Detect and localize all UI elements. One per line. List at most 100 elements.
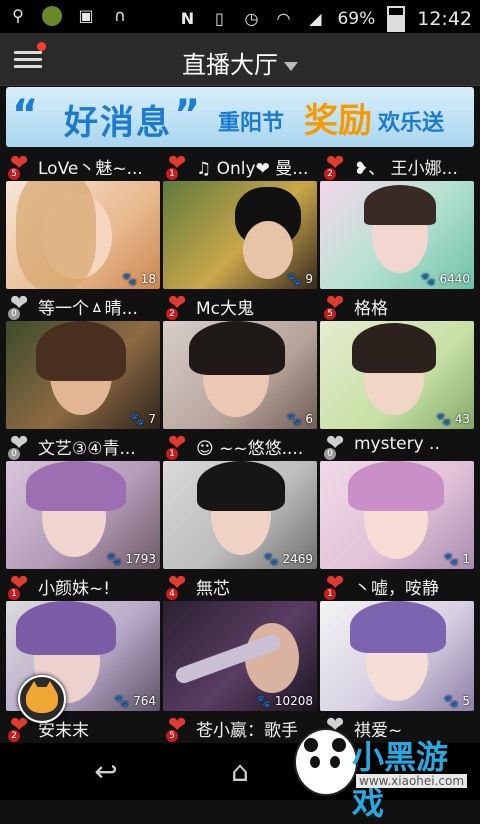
viewer-count: 🐾 9 xyxy=(286,272,313,286)
stream-thumbnail[interactable]: 🐾 6 xyxy=(163,321,317,429)
name-row: ❤ 1 小颜妹~! ❤ 4 無芯 ❤ 1 丶嘘，咹静 xyxy=(4,570,478,600)
heart-icon: ❤ 1 xyxy=(8,571,29,600)
banner-right-quote: ” xyxy=(174,92,201,138)
stream-thumbnail[interactable]: 🐾 2469 xyxy=(163,461,317,569)
chevron-down-icon xyxy=(284,61,298,71)
battery-percent: 69% xyxy=(337,9,376,29)
streamer-name-cell[interactable]: ❤ 1 ☺ ~~悠悠.... xyxy=(162,430,320,460)
paw-icon: 🐾 xyxy=(121,272,137,286)
app-notification-icon xyxy=(42,6,62,26)
streamer-name: 小颜妹~! xyxy=(38,579,111,599)
banner-text-fun: 欢乐送 xyxy=(378,111,445,136)
stream-thumbnail[interactable]: 🐾 6440 xyxy=(320,181,474,289)
floating-cat-button[interactable] xyxy=(18,675,66,723)
heart-icon: ❤ 5 xyxy=(324,291,345,320)
paw-icon: 🐾 xyxy=(286,412,302,426)
back-arrow-icon: ↩ xyxy=(94,755,118,788)
image-icon: ▣ xyxy=(78,6,94,25)
panda-logo-icon xyxy=(294,728,358,796)
viewer-count: 🐾 18 xyxy=(121,272,156,286)
paw-icon: 🐾 xyxy=(435,412,451,426)
watermark-url: www.xiaohei.com xyxy=(356,774,468,788)
viewer-count: 🐾 6 xyxy=(286,412,313,426)
watermark-logo: 小黑游戏 www.xiaohei.com xyxy=(294,728,474,822)
page-title: 直播大厅 xyxy=(182,51,278,79)
name-row: ❤ 0 等一个ㅿ晴... ❤ 2 Mc大鬼 ❤ 5 格格 xyxy=(4,290,478,320)
viewer-count: 🐾 43 xyxy=(435,412,470,426)
heart-icon: ❤ 1 xyxy=(324,571,345,600)
stream-thumbnail[interactable]: 🐾 7 xyxy=(6,321,160,429)
streamer-name: Mc大鬼 xyxy=(196,299,255,319)
heart-icon: ❤0 xyxy=(8,431,29,460)
alarm-icon: ◷ xyxy=(244,9,259,28)
streamer-name: LoVe丶魅~... xyxy=(38,159,143,179)
heart-icon: ❤ 2 xyxy=(324,151,345,180)
stream-thumbnail[interactable]: 🐾 1793 xyxy=(6,461,160,569)
viewer-count: 🐾 2469 xyxy=(263,552,313,566)
name-row: ❤ 5 LoVe丶魅~... ❤ 1 ♫ Only❤ 曼... ❤ 2 ❥、 王小娜.… xyxy=(4,150,478,180)
heart-icon: ❤ 1 xyxy=(166,431,187,460)
clock: 12:42 xyxy=(417,8,472,30)
stream-thumbnail[interactable]: 🐾 10208 xyxy=(163,601,317,711)
paw-icon: 🐾 xyxy=(256,694,271,708)
headphones-icon: ∩ xyxy=(114,6,126,25)
streamer-name: ❥、 王小娜... xyxy=(354,159,458,179)
banner-left-quote: “ xyxy=(12,92,39,138)
heart-icon: ❤ 5 xyxy=(8,151,29,180)
back-button[interactable]: ↩ xyxy=(86,755,126,789)
hall-selector[interactable]: 直播大厅 xyxy=(0,45,480,80)
streamer-name: 丶嘘，咹静 xyxy=(354,579,439,599)
heart-icon: ❤ 5 xyxy=(166,713,187,742)
streamer-name: 等一个ㅿ晴... xyxy=(38,299,138,319)
stream-thumbnail[interactable]: 🐾 18 xyxy=(6,181,160,289)
banner-text-reward: 奖励 xyxy=(304,101,372,141)
streamer-name: ☺ ~~悠悠.... xyxy=(196,439,304,459)
heart-icon: ❤ 4 xyxy=(166,571,187,600)
streamer-name-cell[interactable]: ❤ 0 mystery .. xyxy=(320,430,478,460)
streamer-name: 安末末 xyxy=(38,721,89,741)
viewer-count: 🐾 6440 xyxy=(420,272,470,286)
heart-icon: ❤ 2 xyxy=(166,291,187,320)
paw-icon: 🐾 xyxy=(106,552,122,566)
streamer-name-cell[interactable]: ❤ 1 ♫ Only❤ 曼... xyxy=(162,150,320,180)
streamer-name-cell[interactable]: ❤ 4 無芯 xyxy=(162,570,320,600)
signal-icon: ◢ xyxy=(309,9,322,28)
vibrate-icon: ▯ xyxy=(215,9,224,28)
streamer-name-cell[interactable]: ❤ 0 文艺③④青... xyxy=(4,430,162,460)
usb-icon: ⚲ xyxy=(12,6,24,25)
streamer-name: 格格 xyxy=(354,299,388,319)
streamer-name-cell[interactable]: ❤ 0 等一个ㅿ晴... xyxy=(4,290,162,320)
streamer-name-cell[interactable]: ❤ 1 丶嘘，咹静 xyxy=(320,570,478,600)
banner-text-good-news: 好消息 xyxy=(64,103,172,143)
stream-thumbnail[interactable]: 🐾 9 xyxy=(163,181,317,289)
stream-thumbnail[interactable]: 🐾 5 xyxy=(320,601,474,711)
paw-icon: 🐾 xyxy=(420,272,436,286)
heart-icon: ❤0 xyxy=(324,431,345,460)
stream-thumbnail[interactable]: 🐾 1 xyxy=(320,461,474,569)
paw-icon: 🐾 xyxy=(443,694,459,708)
streamer-name-cell[interactable]: ❤ 1 小颜妹~! xyxy=(4,570,162,600)
viewer-count: 🐾 10208 xyxy=(256,694,313,708)
battery-icon xyxy=(387,6,406,32)
viewer-count: 🐾 7 xyxy=(129,412,156,426)
streamer-name: mystery .. xyxy=(354,434,440,454)
heart-icon: ❤0 xyxy=(8,291,29,320)
viewer-count: 🐾 764 xyxy=(114,694,156,708)
streamer-name-cell[interactable]: ❤ 2 Mc大鬼 xyxy=(162,290,320,320)
status-bar: ⚲ ▣ ∩ N ▯ ◷ ◠ ◢ 69% 12:42 xyxy=(0,0,480,33)
streamer-name-cell[interactable]: ❤ 5 LoVe丶魅~... xyxy=(4,150,162,180)
banner-text-festival: 重阳节 xyxy=(218,111,285,136)
promo-banner[interactable]: “ 好消息 ” 重阳节 奖励 欢乐送 xyxy=(6,87,474,147)
cat-icon xyxy=(26,687,58,713)
name-row: ❤ 0 文艺③④青... ❤ 1 ☺ ~~悠悠.... ❤ 0 mystery .. xyxy=(4,430,478,460)
streamer-name-cell[interactable]: ❤ 5 格格 xyxy=(320,290,478,320)
paw-icon: 🐾 xyxy=(263,552,279,566)
viewer-count: 🐾 1 xyxy=(443,552,470,566)
paw-icon: 🐾 xyxy=(114,694,130,708)
home-button[interactable]: ⌂ xyxy=(220,755,260,789)
streamer-name: ♫ Only❤ 曼... xyxy=(196,159,309,179)
paw-icon: 🐾 xyxy=(286,272,302,286)
streamer-name: 無芯 xyxy=(196,579,230,599)
stream-thumbnail[interactable]: 🐾 43 xyxy=(320,321,474,429)
streamer-name-cell[interactable]: ❤ 2 ❥、 王小娜... xyxy=(320,150,478,180)
